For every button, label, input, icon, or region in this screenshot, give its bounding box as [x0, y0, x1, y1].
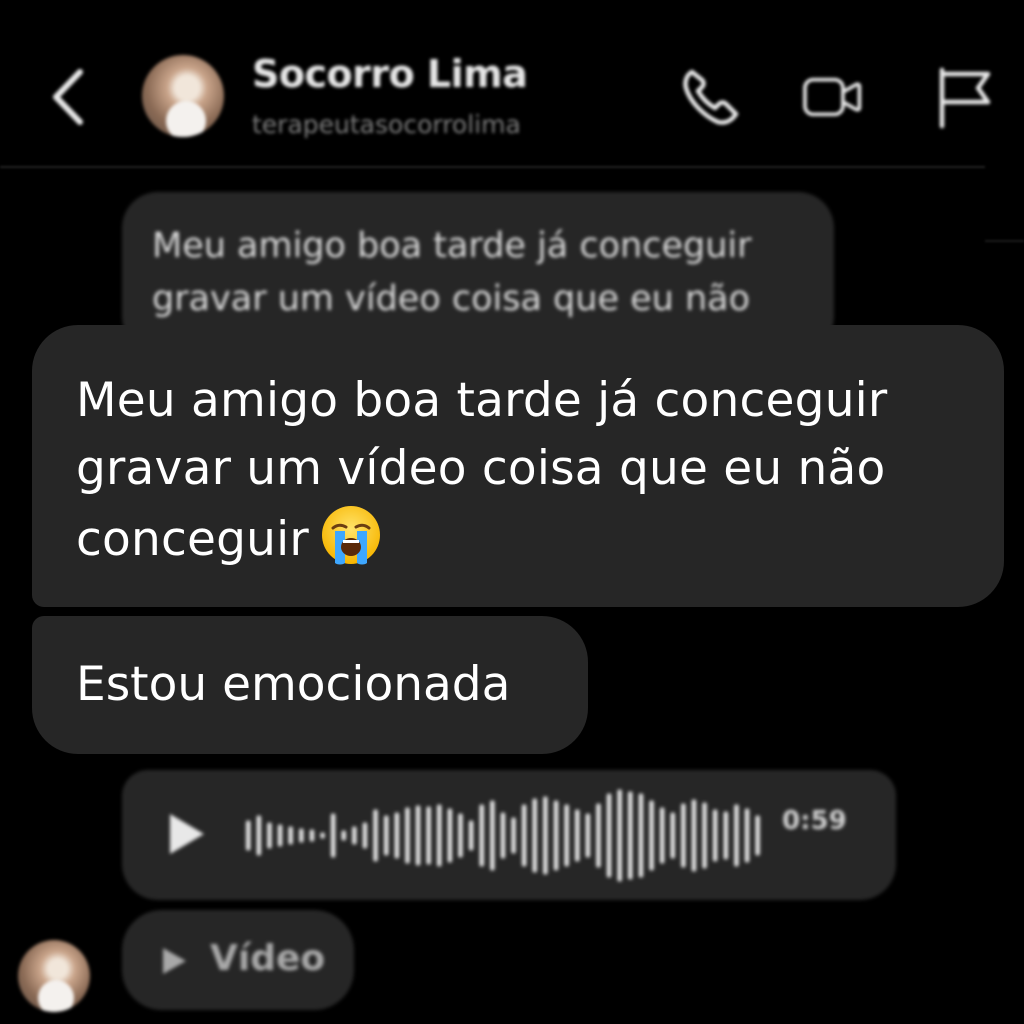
- waveform-bar: [691, 799, 697, 872]
- waveform-bar: [490, 800, 495, 871]
- waveform-bar: [500, 812, 506, 859]
- loudly-crying-face-emoji: [321, 506, 380, 565]
- waveform-bar: [744, 808, 750, 863]
- video-message-bubble[interactable]: Vídeo: [122, 910, 354, 1010]
- waveform-bar: [415, 805, 421, 866]
- waveform-bar: [384, 815, 389, 856]
- message-bubble[interactable]: Meu amigo boa tarde já conceguir gravar …: [32, 325, 1004, 607]
- video-label: Vídeo: [210, 938, 326, 979]
- waveform-bar: [437, 804, 442, 867]
- back-arrow-icon[interactable]: [40, 62, 100, 132]
- header-divider: [0, 166, 985, 168]
- waveform-bar: [468, 820, 474, 851]
- message-line: Meu amigo boa tarde já conceguir: [76, 373, 888, 428]
- waveform-bar: [606, 793, 612, 878]
- contact-avatar[interactable]: [142, 55, 224, 137]
- waveform-bar: [521, 804, 527, 867]
- waveform-bar: [246, 820, 251, 851]
- waveform-bar: [702, 802, 707, 869]
- waveform-bar: [659, 807, 665, 864]
- waveform-bar: [299, 828, 304, 843]
- waveform-bar: [628, 791, 633, 880]
- waveform-bar: [638, 793, 644, 878]
- waveform-bar: [352, 826, 357, 845]
- phone-icon[interactable]: [678, 64, 744, 130]
- waveform-bar: [575, 809, 580, 862]
- waveform-bar: [373, 809, 378, 862]
- waveform-bar: [723, 811, 729, 860]
- video-camera-icon[interactable]: [800, 64, 866, 130]
- play-icon[interactable]: [164, 810, 208, 858]
- contact-name[interactable]: Socorro Lima: [252, 52, 528, 96]
- waveform-bar: [564, 804, 569, 867]
- audio-waveform[interactable]: [242, 788, 762, 883]
- waveform-bar: [585, 813, 591, 858]
- waveform-bar: [341, 830, 346, 841]
- waveform-bar: [712, 809, 718, 862]
- waveform-bar: [649, 800, 654, 871]
- edge-divider: [985, 240, 1024, 242]
- waveform-bar: [532, 798, 537, 873]
- message-preview-line: Meu amigo boa tarde já conceguir: [152, 226, 752, 266]
- message-line-text: conceguir: [76, 512, 309, 567]
- flag-icon[interactable]: [930, 64, 996, 130]
- waveform-bar: [309, 829, 315, 842]
- audio-message-bubble[interactable]: 0:59: [122, 770, 896, 900]
- contact-handle: terapeutasocorrolima: [252, 110, 521, 139]
- play-icon[interactable]: [160, 946, 188, 976]
- audio-duration: 0:59: [782, 806, 847, 836]
- waveform-bar: [596, 803, 601, 868]
- message-line: conceguir: [76, 503, 960, 574]
- waveform-bar: [681, 803, 686, 868]
- waveform-bar: [288, 826, 293, 845]
- waveform-bar: [734, 804, 739, 867]
- sender-avatar[interactable]: [18, 940, 90, 1012]
- waveform-bar: [543, 796, 548, 875]
- waveform-bar: [458, 813, 463, 858]
- message-text: Estou emocionada: [76, 657, 511, 712]
- waveform-bar: [447, 808, 453, 863]
- chat-screen: Socorro Lima terapeutasocorrolima Meu am…: [0, 0, 1024, 1024]
- waveform-bar: [405, 807, 410, 864]
- waveform-bar: [256, 815, 262, 856]
- waveform-bar: [755, 815, 760, 856]
- waveform-bar: [267, 822, 272, 849]
- waveform-bar: [479, 804, 484, 867]
- message-preview-line: gravar um vídeo coisa que eu não: [152, 279, 750, 319]
- message-line: gravar um vídeo coisa que eu não: [76, 441, 886, 496]
- waveform-bar: [617, 789, 622, 882]
- waveform-bar: [394, 812, 400, 859]
- chat-header: Socorro Lima terapeutasocorrolima: [0, 0, 1024, 165]
- waveform-bar: [362, 822, 368, 849]
- waveform-bar: [670, 812, 675, 859]
- waveform-bar: [553, 800, 559, 871]
- waveform-bar: [511, 817, 516, 854]
- waveform-bar: [320, 832, 325, 839]
- message-bubble[interactable]: Estou emocionada: [32, 616, 588, 754]
- waveform-bar: [330, 813, 336, 858]
- waveform-bar: [426, 806, 431, 865]
- waveform-bar: [277, 824, 283, 847]
